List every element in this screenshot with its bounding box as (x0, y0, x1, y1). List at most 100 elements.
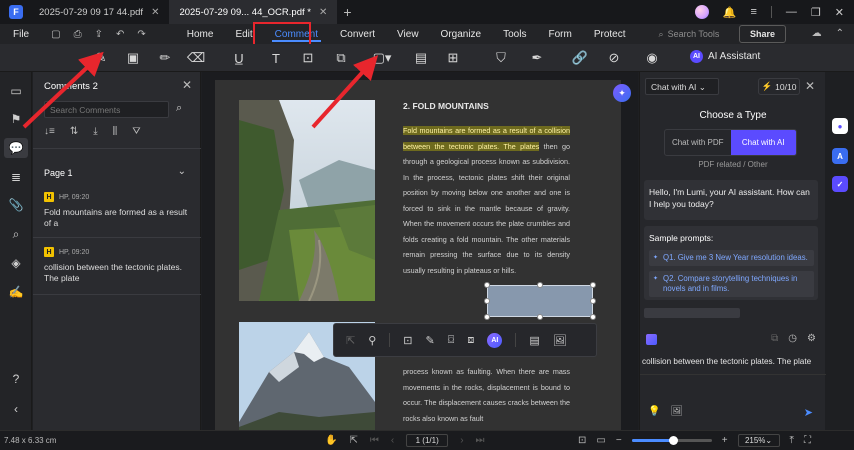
selected-rectangle-annotation[interactable] (487, 285, 593, 317)
close-icon[interactable]: ✕ (182, 78, 192, 92)
share-file-icon[interactable]: ⇪ (95, 29, 103, 40)
fit-icon[interactable]: ▭ (596, 435, 605, 446)
pencil-icon[interactable]: ✏ (156, 50, 174, 66)
page-number-input[interactable]: 1 (1/1) (406, 434, 449, 447)
help-icon[interactable]: ? (9, 372, 23, 386)
search-icon[interactable]: ⌕ (176, 102, 182, 115)
chevron-down-icon[interactable]: ⌄ (178, 166, 186, 177)
link-icon[interactable]: ⊘ (605, 50, 623, 66)
menu-home[interactable]: Home (176, 24, 225, 44)
resize-handle[interactable] (590, 314, 596, 320)
stamp-icon[interactable]: ⛉ (492, 50, 510, 66)
prev-page-icon[interactable]: ‹ (391, 435, 394, 446)
layers-icon[interactable]: ≣ (9, 170, 23, 184)
send-icon[interactable]: ➤ (804, 406, 813, 419)
underline-icon[interactable]: U̲ (230, 50, 248, 66)
eye-icon[interactable]: ◉ (643, 50, 661, 66)
credits-badge[interactable]: ⚡ 10/10 (758, 78, 800, 95)
eraser-icon[interactable]: ⌫ (187, 50, 205, 66)
crop-icon[interactable]: ⊡ (403, 334, 412, 347)
menu-icon[interactable]: ≡ (750, 6, 756, 18)
close-window-icon[interactable]: ✕ (835, 6, 844, 19)
chat-with-pdf-option[interactable]: Chat with PDF (665, 130, 731, 155)
history-icon[interactable]: ◷ (788, 333, 797, 344)
menu-file[interactable]: File (13, 29, 29, 40)
cloud-upload-icon[interactable]: ☁ (812, 28, 822, 39)
share-button[interactable]: Share (738, 25, 786, 43)
ai-quick-button[interactable]: ✦ (613, 84, 631, 102)
note-icon[interactable]: ▤ (529, 334, 539, 347)
resize-handle[interactable] (484, 282, 490, 288)
search-rail-icon[interactable]: ⌕ (9, 227, 23, 241)
bookmark-icon[interactable]: ⚑ (9, 112, 23, 126)
signature-icon[interactable]: ✒ (528, 50, 546, 66)
lightbulb-icon[interactable]: 💡 (648, 406, 660, 417)
new-chat-icon[interactable]: ⧉ (771, 333, 778, 344)
columns-icon[interactable]: ⫼ (113, 126, 118, 137)
zoom-in-icon[interactable]: + (722, 435, 728, 446)
bell-icon[interactable]: 🔔 (723, 6, 737, 19)
zoom-out-icon[interactable]: − (616, 435, 622, 446)
callout-icon[interactable]: ⧉ (332, 50, 350, 66)
next-page-icon[interactable]: › (460, 435, 463, 446)
select-tool-icon[interactable]: ⇱ (349, 435, 357, 446)
sort-order-icon[interactable]: ⇅ (70, 126, 78, 137)
stack-icon[interactable]: ◈ (9, 256, 23, 270)
comments-search-input[interactable]: Search Comments (44, 101, 169, 118)
page-layout-icon[interactable]: ⊡ (578, 435, 586, 446)
zoom-level[interactable]: 215% ⌄ (737, 434, 780, 447)
resize-handle[interactable] (537, 314, 543, 320)
pin-icon[interactable]: ⚲ (368, 334, 376, 347)
menu-form[interactable]: Form (537, 24, 582, 44)
settings-icon[interactable]: ⚙ (807, 333, 816, 344)
redo-icon[interactable]: ↷ (137, 29, 145, 40)
collapse-left-icon[interactable]: ‹ (9, 402, 23, 416)
ai-assistant-button[interactable]: AI AI Assistant (690, 50, 760, 63)
last-page-icon[interactable]: ⏭ (476, 435, 485, 446)
comment-item[interactable]: H HP, 09:20 collision between the tecton… (44, 247, 194, 284)
text-recognition-icon[interactable]: ⧈ (467, 334, 474, 347)
save-icon[interactable]: ▢ (51, 29, 60, 40)
menu-organize[interactable]: Organize (430, 24, 493, 44)
restore-icon[interactable]: ❐ (811, 6, 821, 19)
menu-convert[interactable]: Convert (329, 24, 386, 44)
edit-icon[interactable]: ✎ (426, 334, 435, 347)
search-tools[interactable]: ⌕ Search Tools (659, 29, 720, 40)
text-icon[interactable]: T (267, 50, 285, 66)
comment-item[interactable]: H HP, 09:20 Fold mountains are formed as… (44, 192, 194, 229)
valley-photo[interactable] (239, 100, 375, 301)
sort-icon[interactable]: ↓≡ (44, 126, 55, 137)
comment-icon[interactable]: ▤ (412, 50, 430, 66)
new-tab-icon[interactable]: + (343, 4, 351, 20)
minimize-icon[interactable]: — (786, 6, 797, 18)
resize-handle[interactable] (590, 298, 596, 304)
document-canvas[interactable]: 2. FOLD MOUNTAINS Fold mountains are for… (202, 72, 638, 430)
close-icon[interactable]: ✕ (319, 7, 327, 18)
menu-protect[interactable]: Protect (583, 24, 637, 44)
resize-handle[interactable] (537, 282, 543, 288)
translate-icon[interactable]: A (832, 148, 848, 164)
comment-panel-icon[interactable]: 💬 (4, 138, 28, 158)
avatar[interactable] (694, 5, 709, 19)
first-page-icon[interactable]: ⏮ (370, 435, 379, 446)
image-upload-icon[interactable]: 🖼 (670, 406, 683, 417)
close-icon[interactable]: ✕ (805, 79, 815, 93)
close-icon[interactable]: ✕ (151, 7, 159, 18)
highlight-tool-icon[interactable]: ✎ (92, 50, 110, 66)
zoom-slider-knob[interactable] (669, 436, 679, 445)
resize-handle[interactable] (484, 314, 490, 320)
hand-tool-icon[interactable]: ✋ (325, 435, 337, 446)
ai-icon[interactable]: AI (487, 332, 503, 348)
checklist-icon[interactable]: ✓ (832, 176, 848, 192)
tab-file-1[interactable]: 2025-07-29 09 17 44.pdf ✕ (29, 0, 169, 24)
prompt-item[interactable]: Q1. Give me 3 New Year resolution ideas. (649, 250, 814, 266)
expand-icon[interactable]: ⤓ (93, 126, 97, 137)
resize-handle[interactable] (590, 282, 596, 288)
resize-handle[interactable] (484, 298, 490, 304)
print-icon[interactable]: ⎙ (74, 29, 82, 40)
signature-rail-icon[interactable]: ✍ (9, 285, 24, 299)
attachment-icon[interactable]: 🔗 (571, 50, 589, 66)
sticky-note-icon[interactable]: ▣ (124, 50, 142, 66)
chat-with-ai-option[interactable]: Chat with AI (730, 130, 796, 155)
zoom-slider[interactable] (631, 436, 712, 445)
